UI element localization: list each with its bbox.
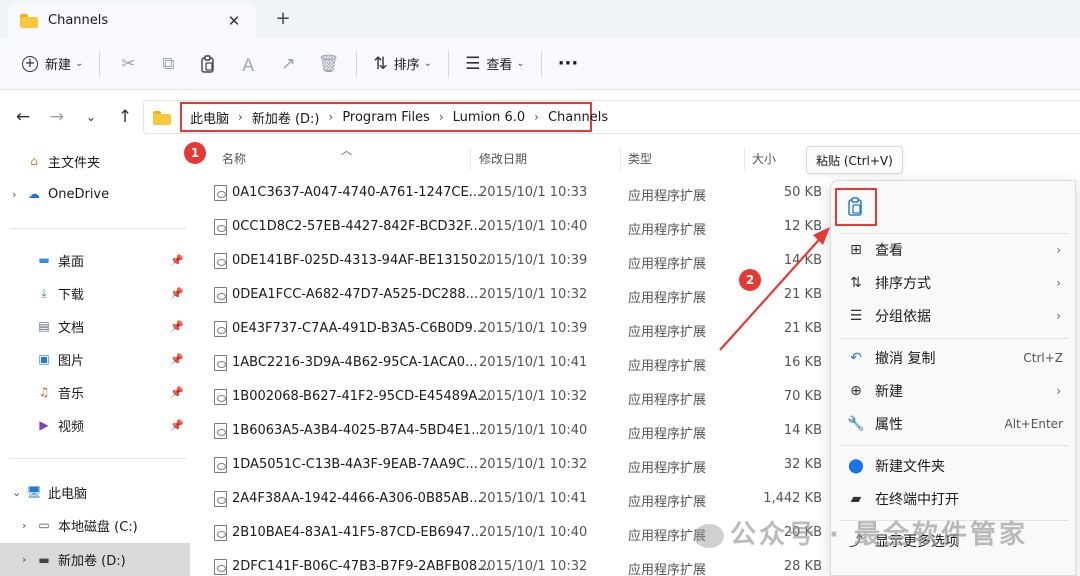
watermark-text: 公众号 · 最全软件管家: [730, 520, 1028, 550]
annotation-badge-2: 2: [739, 269, 761, 291]
wechat-icon: [694, 523, 724, 548]
annotation-arrow: [719, 227, 830, 351]
watermark: 公众号 · 最全软件管家: [694, 514, 1028, 551]
